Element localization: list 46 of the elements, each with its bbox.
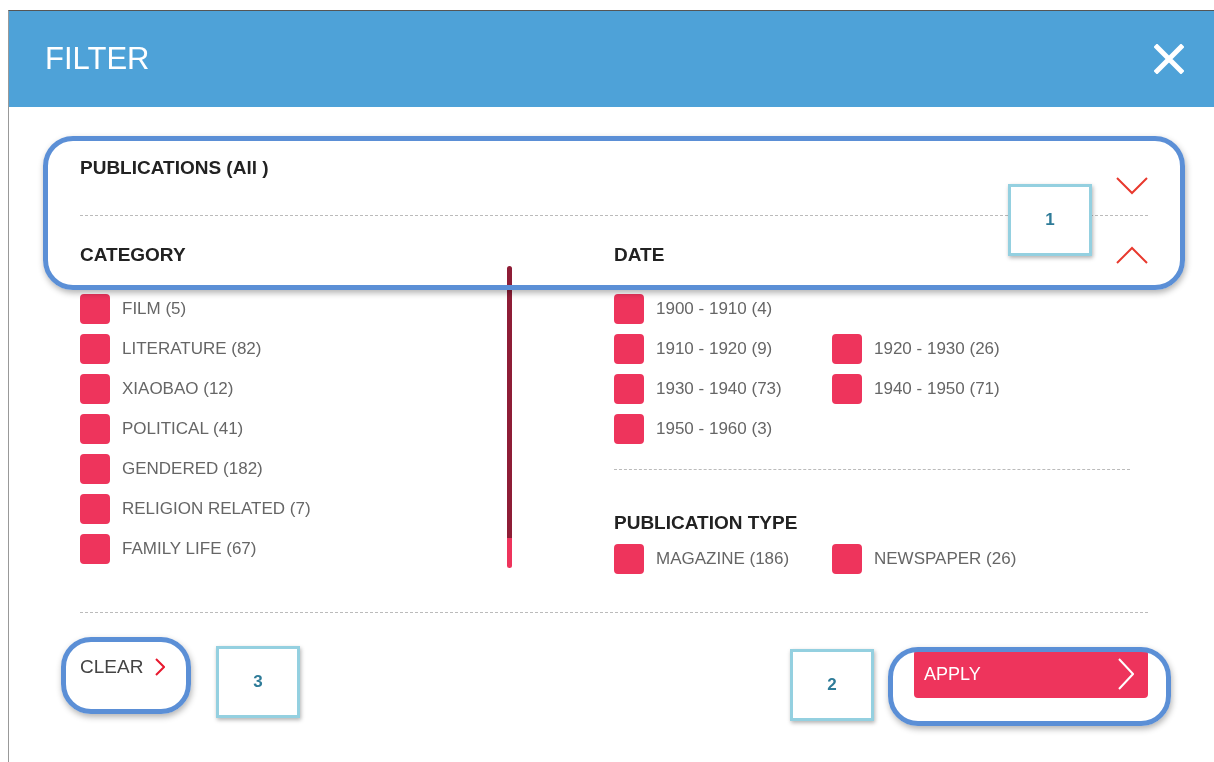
checkbox[interactable] <box>80 454 110 484</box>
apply-button[interactable]: APPLY <box>914 650 1148 698</box>
chevron-right-icon <box>1118 658 1134 690</box>
checkbox[interactable] <box>614 334 644 364</box>
option-label: 1910 - 1920 (9) <box>656 339 773 359</box>
option-label: POLITICAL (41) <box>122 419 244 439</box>
option-label: 1900 - 1910 (4) <box>656 299 773 319</box>
clear-button[interactable]: CLEAR <box>80 656 166 678</box>
option-label: XIAOBAO (12) <box>122 379 234 399</box>
checkbox[interactable] <box>80 534 110 564</box>
option-label: 1920 - 1930 (26) <box>874 339 1000 359</box>
checkbox[interactable] <box>80 294 110 324</box>
option-label: GENDERED (182) <box>122 459 263 479</box>
section-heading: PUBLICATION TYPE <box>614 512 799 534</box>
checkbox[interactable] <box>614 294 644 324</box>
checkbox[interactable] <box>614 374 644 404</box>
callout-label: 3 <box>216 646 300 718</box>
checkbox[interactable] <box>80 494 110 524</box>
chevron-icon[interactable] <box>1116 246 1148 264</box>
dialog-title: FILTER <box>45 41 150 77</box>
checkbox[interactable] <box>832 544 862 574</box>
section-heading[interactable]: PUBLICATIONS (All ) <box>80 157 269 215</box>
checkbox[interactable] <box>614 544 644 574</box>
option-label: FILM (5) <box>122 299 187 319</box>
option-label: MAGAZINE (186) <box>656 549 790 569</box>
checkbox[interactable] <box>80 374 110 404</box>
callout-label: 2 <box>790 649 874 721</box>
option-label: NEWSPAPER (26) <box>874 549 1017 569</box>
checkbox[interactable] <box>832 374 862 404</box>
scrollbar[interactable] <box>507 266 512 568</box>
section-heading: CATEGORY <box>80 244 186 265</box>
callout-label: 1 <box>1008 184 1092 256</box>
chevron-icon[interactable] <box>1116 177 1148 195</box>
chevron-right-icon <box>155 658 166 676</box>
option-label: LITERATURE (82) <box>122 339 262 359</box>
section-heading[interactable]: DATE <box>614 244 665 266</box>
close-icon[interactable] <box>1154 44 1184 74</box>
checkbox[interactable] <box>614 414 644 444</box>
checkbox[interactable] <box>832 334 862 364</box>
checkbox[interactable] <box>80 414 110 444</box>
option-label: FAMILY LIFE (67) <box>122 539 257 559</box>
option-label: RELIGION RELATED (7) <box>122 499 311 519</box>
option-label: 1950 - 1960 (3) <box>656 419 773 439</box>
option-label: 1930 - 1940 (73) <box>656 379 782 399</box>
checkbox[interactable] <box>80 334 110 364</box>
option-label: 1940 - 1950 (71) <box>874 379 1000 399</box>
